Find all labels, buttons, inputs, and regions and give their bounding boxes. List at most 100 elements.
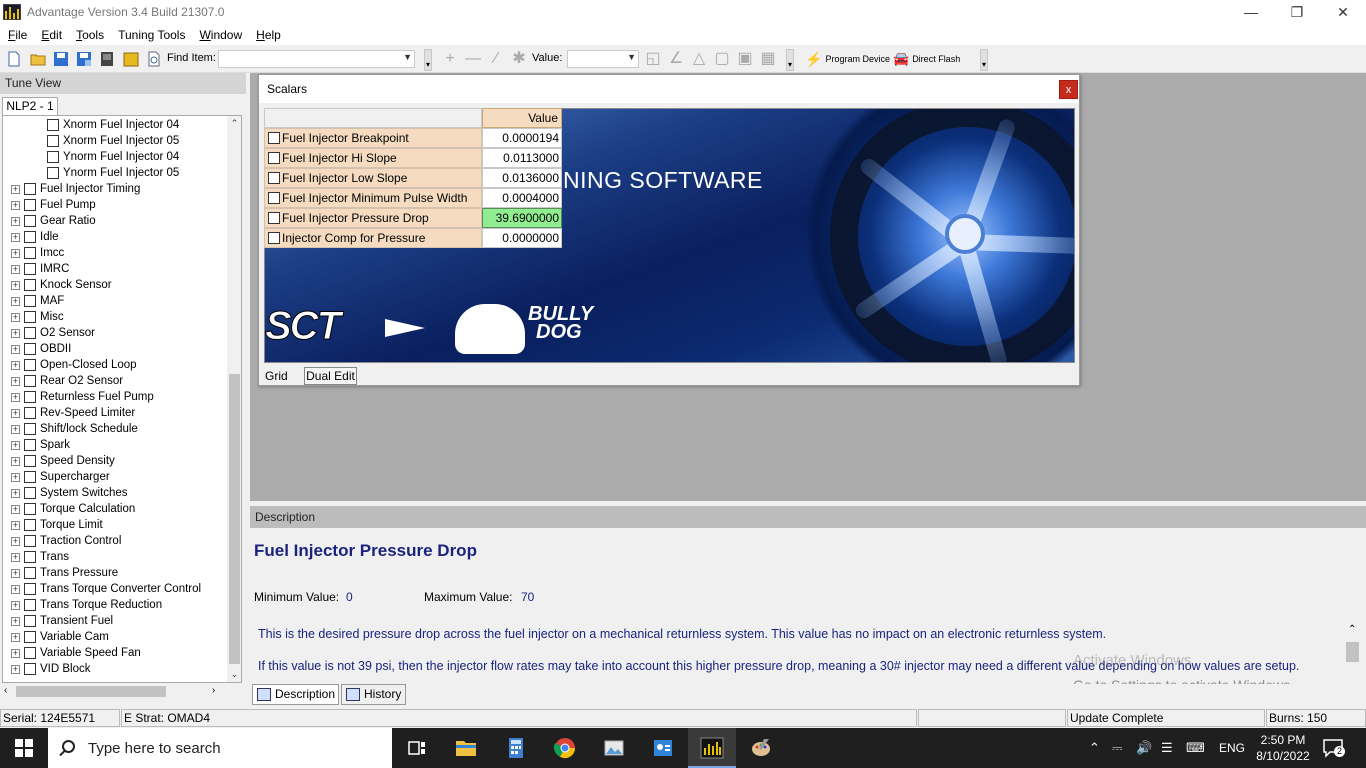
scroll-up-icon[interactable]: ⌃ — [227, 116, 241, 131]
expand-plus-icon[interactable]: + — [11, 376, 20, 386]
tree-item[interactable]: + Traction Control — [11, 533, 121, 549]
tree-item[interactable]: + Variable Speed Fan — [11, 645, 141, 661]
scroll-left-icon[interactable]: ‹ — [4, 685, 7, 696]
tree-checkbox[interactable] — [24, 423, 36, 435]
tree-item[interactable]: + System Switches — [11, 485, 128, 501]
minus-icon[interactable]: — — [465, 51, 481, 67]
expand-plus-icon[interactable]: + — [11, 296, 20, 306]
tree-item[interactable]: + Misc — [11, 309, 64, 325]
tree-checkbox[interactable] — [24, 647, 36, 659]
tab-dual-edit[interactable]: Dual Edit — [304, 367, 357, 385]
tree-horizontal-scrollbar[interactable]: ‹ › — [2, 684, 224, 699]
expand-plus-icon[interactable]: + — [11, 200, 20, 210]
expand-plus-icon[interactable]: + — [11, 520, 20, 530]
slash-icon[interactable]: ∕ — [488, 51, 504, 67]
tree-checkbox[interactable] — [24, 263, 36, 275]
taskbar-search[interactable]: Type here to search — [48, 728, 392, 768]
scalar-checkbox[interactable] — [268, 152, 280, 164]
tree-item[interactable]: + Speed Density — [11, 453, 115, 469]
device-icon[interactable] — [99, 51, 115, 67]
new-file-icon[interactable] — [6, 51, 22, 67]
tree-checkbox[interactable] — [24, 615, 36, 627]
scalar-row[interactable]: Injector Comp for Pressure 0.0000000 — [264, 228, 562, 248]
tree-checkbox[interactable] — [47, 135, 59, 147]
menu-window[interactable]: Window — [193, 28, 248, 42]
keyboard-icon[interactable]: ⌨ — [1186, 740, 1205, 756]
tree-child-item[interactable]: Xnorm Fuel Injector 05 — [47, 133, 179, 149]
advantage-taskbar-button[interactable] — [688, 728, 736, 768]
menu-edit[interactable]: Edit — [35, 28, 68, 42]
scalar-checkbox[interactable] — [268, 192, 280, 204]
expand-plus-icon[interactable]: + — [11, 616, 20, 626]
expand-plus-icon[interactable]: + — [11, 456, 20, 466]
menu-file[interactable]: File — [2, 28, 33, 42]
expand-plus-icon[interactable]: + — [11, 184, 20, 194]
scroll-up-icon[interactable]: ⌃ — [1348, 624, 1356, 635]
tree-item[interactable]: + IMRC — [11, 261, 69, 277]
scalar-value-cell[interactable]: 0.0000000 — [482, 228, 562, 248]
menu-tuning-tools[interactable]: Tuning Tools — [112, 28, 191, 42]
tree-item[interactable]: + MAF — [11, 293, 64, 309]
plus-icon[interactable]: + — [442, 51, 458, 67]
scalar-row[interactable]: Fuel Injector Breakpoint 0.0000194 — [264, 128, 562, 148]
tree-checkbox[interactable] — [24, 231, 36, 243]
tree-checkbox[interactable] — [24, 359, 36, 371]
expand-plus-icon[interactable]: + — [11, 232, 20, 242]
menu-help[interactable]: Help — [250, 28, 287, 42]
scalar-name-cell[interactable]: Fuel Injector Minimum Pulse Width — [264, 188, 482, 208]
close-window-button[interactable]: ✕ — [1320, 0, 1366, 24]
tree-checkbox[interactable] — [24, 375, 36, 387]
tree-item[interactable]: + Fuel Injector Timing — [11, 181, 140, 197]
tree-checkbox[interactable] — [24, 487, 36, 499]
expand-plus-icon[interactable]: + — [11, 440, 20, 450]
expand-plus-icon[interactable]: + — [11, 504, 20, 514]
tree-item[interactable]: + Trans Torque Converter Control — [11, 581, 201, 597]
fill-right-icon[interactable]: ▣ — [737, 51, 753, 67]
program-device-button[interactable]: ⚡ Program Device — [805, 50, 890, 68]
scalar-value-cell[interactable]: 0.0136000 — [482, 168, 562, 188]
expand-plus-icon[interactable]: + — [11, 248, 20, 258]
tree-item[interactable]: + Torque Calculation — [11, 501, 135, 517]
task-view-icon[interactable] — [405, 736, 429, 760]
tree-item[interactable]: + Trans — [11, 549, 69, 565]
scalar-checkbox[interactable] — [268, 172, 280, 184]
close-icon[interactable]: x — [1059, 80, 1078, 99]
expand-plus-icon[interactable]: + — [11, 264, 20, 274]
star-icon[interactable]: ✱ — [511, 51, 527, 67]
tree-checkbox[interactable] — [24, 327, 36, 339]
scalar-name-cell[interactable]: Injector Comp for Pressure — [264, 228, 482, 248]
tree-item[interactable]: + Shift/lock Schedule — [11, 421, 138, 437]
scalar-value-cell[interactable]: 0.0000194 — [482, 128, 562, 148]
fill-all-icon[interactable]: ▦ — [760, 51, 776, 67]
folder-icon[interactable] — [123, 51, 139, 67]
fill-box-icon[interactable]: ▢ — [714, 51, 730, 67]
tab-description[interactable]: Description — [252, 684, 339, 705]
expand-plus-icon[interactable]: + — [11, 664, 20, 674]
find-item-combo[interactable]: ▼ — [218, 50, 415, 68]
tree-item[interactable]: + Transient Fuel — [11, 613, 113, 629]
clock[interactable]: 2:50 PM 8/10/2022 — [1253, 732, 1313, 764]
tree-checkbox[interactable] — [24, 455, 36, 467]
language-indicator[interactable]: ENG — [1219, 741, 1245, 755]
scalar-name-cell[interactable]: Fuel Injector Hi Slope — [264, 148, 482, 168]
tree-checkbox[interactable] — [24, 439, 36, 451]
tree-item[interactable]: + OBDII — [11, 341, 71, 357]
scalar-value-cell[interactable]: 0.0113000 — [482, 148, 562, 168]
wifi-icon[interactable]: ☰ — [1161, 740, 1173, 756]
tree-item[interactable]: + Trans Pressure — [11, 565, 118, 581]
network-plug-icon[interactable]: ⎓ — [1112, 740, 1122, 756]
tree-checkbox[interactable] — [24, 279, 36, 291]
tree-child-item[interactable]: Ynorm Fuel Injector 04 — [47, 149, 179, 165]
tree-child-item[interactable]: Xnorm Fuel Injector 04 — [47, 117, 179, 133]
scalar-checkbox[interactable] — [268, 132, 280, 144]
scalar-name-cell[interactable]: Fuel Injector Pressure Drop — [264, 208, 482, 228]
smooth-icon[interactable]: ◱ — [645, 51, 661, 67]
tab-grid[interactable]: Grid — [262, 367, 300, 385]
expand-plus-icon[interactable]: + — [11, 648, 20, 658]
tree-checkbox[interactable] — [47, 167, 59, 179]
tree-checkbox[interactable] — [24, 199, 36, 211]
scalar-row[interactable]: Fuel Injector Minimum Pulse Width 0.00040… — [264, 188, 562, 208]
expand-plus-icon[interactable]: + — [11, 328, 20, 338]
description-scroll-thumb[interactable] — [1346, 642, 1359, 662]
tree-checkbox[interactable] — [24, 567, 36, 579]
